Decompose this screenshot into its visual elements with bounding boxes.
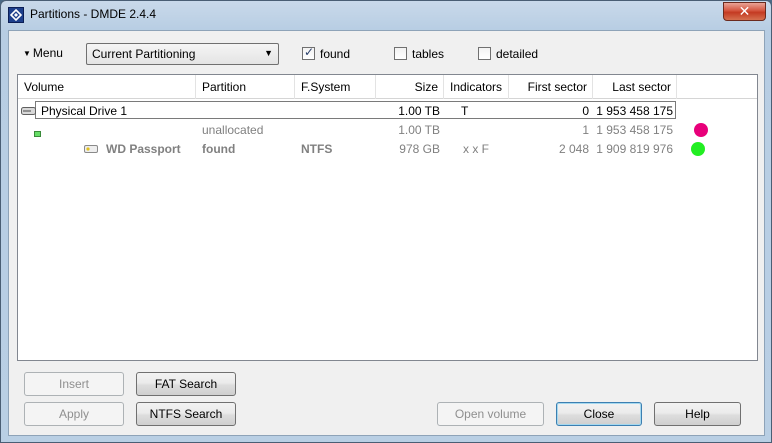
unallocated-icon	[34, 126, 41, 140]
row-size: 1.00 TB	[398, 104, 440, 118]
column-header-fsystem[interactable]: F.System	[295, 75, 376, 99]
detailed-checkbox-box[interactable]	[478, 47, 491, 60]
row-indicators: x x F	[463, 142, 489, 156]
row-last-sector: 1 953 458 175	[596, 104, 673, 118]
open-volume-button[interactable]: Open volume	[437, 402, 544, 426]
list-header: Volume Partition F.System Size Indicator…	[18, 75, 757, 99]
column-header-size[interactable]: Size	[376, 75, 444, 99]
tables-checkbox-label: tables	[412, 47, 445, 61]
menu-button[interactable]: ▼ Menu	[23, 46, 63, 60]
detailed-checkbox-label: detailed	[496, 47, 539, 61]
dmde-app-icon	[8, 7, 24, 23]
help-button[interactable]: Help	[654, 402, 741, 426]
column-header-partition[interactable]: Partition	[196, 75, 295, 99]
title-bar[interactable]: Partitions - DMDE 2.4.4 ✕	[1, 1, 771, 27]
table-row[interactable]: WD Passport found NTFS 978 GB x x F 2 04…	[18, 139, 757, 158]
partitioning-view-select[interactable]: Current Partitioning ▼	[86, 43, 279, 65]
fat-search-button[interactable]: FAT Search	[136, 372, 236, 396]
detailed-checkbox[interactable]: detailed	[478, 47, 548, 63]
row-fsystem: NTFS	[301, 142, 333, 156]
tables-checkbox[interactable]: tables	[394, 47, 454, 63]
table-row[interactable]: Physical Drive 1 1.00 TB T 0 1 953 458 1…	[18, 101, 757, 120]
row-partition: unallocated	[202, 123, 264, 137]
close-button[interactable]: Close	[556, 402, 642, 426]
column-header-volume[interactable]: Volume	[18, 75, 196, 99]
row-first-sector: 2 048	[558, 142, 589, 156]
volume-icon	[84, 143, 98, 157]
row-size: 978 GB	[399, 142, 440, 156]
partitions-window: Partitions - DMDE 2.4.4 ✕ ▼ Menu Current …	[0, 0, 772, 443]
close-icon: ✕	[738, 3, 751, 19]
ntfs-search-button[interactable]: NTFS Search	[136, 402, 236, 426]
row-first-sector: 1	[582, 123, 589, 137]
found-checkbox-box[interactable]: ✓	[302, 45, 315, 60]
tables-checkbox-box[interactable]	[394, 47, 407, 60]
row-size: 1.00 TB	[398, 123, 440, 137]
menu-button-label: Menu	[32, 46, 63, 60]
dialog-client-area: ▼ Menu Current Partitioning ▼ ✓ found tab…	[8, 30, 765, 436]
status-indicator-dot	[691, 142, 705, 156]
row-first-sector: 0	[582, 104, 589, 118]
apply-button[interactable]: Apply	[24, 402, 124, 426]
row-partition: found	[202, 142, 236, 156]
disk-drive-icon	[21, 105, 36, 119]
checkmark-icon: ✓	[304, 45, 315, 59]
column-header-last-sector[interactable]: Last sector	[593, 75, 677, 99]
insert-button[interactable]: Insert	[24, 372, 124, 396]
status-indicator-dot	[694, 123, 708, 137]
row-indicators: T	[461, 104, 469, 118]
row-volume: Physical Drive 1	[41, 104, 128, 118]
column-header-indicators[interactable]: Indicators	[444, 75, 509, 99]
caret-down-icon: ▼	[23, 49, 31, 58]
row-volume: WD Passport	[106, 142, 181, 156]
found-checkbox[interactable]: ✓ found	[302, 45, 362, 63]
column-header-first-sector[interactable]: First sector	[509, 75, 593, 99]
table-row[interactable]: unallocated 1.00 TB 1 1 953 458 175	[18, 120, 757, 139]
dropdown-arrow-icon: ▼	[264, 48, 273, 58]
partitioning-view-value: Current Partitioning	[92, 47, 196, 61]
window-close-button[interactable]: ✕	[723, 2, 766, 21]
window-title: Partitions - DMDE 2.4.4	[30, 7, 157, 21]
row-last-sector: 1 909 819 976	[596, 142, 673, 156]
row-last-sector: 1 953 458 175	[596, 123, 673, 137]
found-checkbox-label: found	[320, 47, 351, 61]
partitions-list[interactable]: Volume Partition F.System Size Indicator…	[17, 74, 758, 361]
